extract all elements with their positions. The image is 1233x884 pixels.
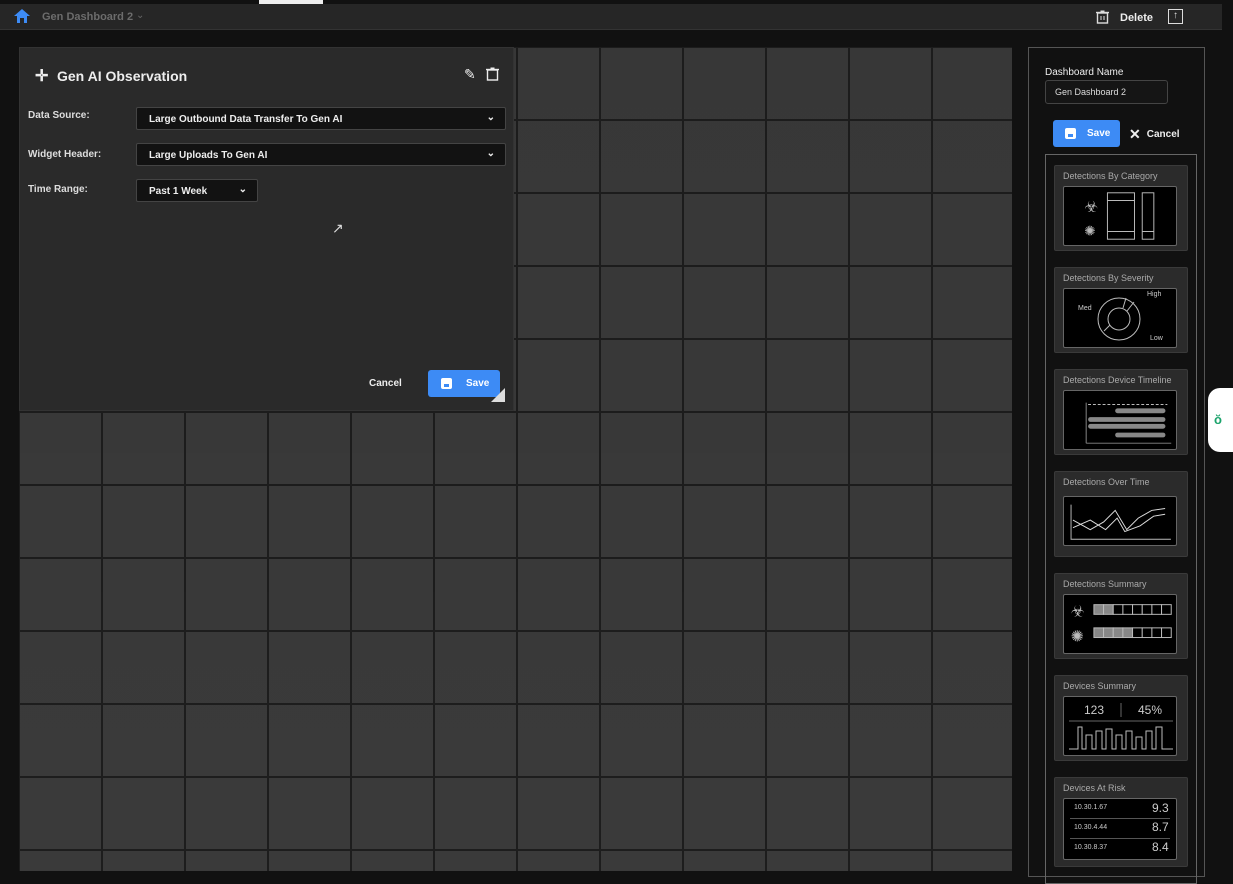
sidebar-save-button[interactable]: Save (1053, 120, 1120, 147)
device-count: 123 (1084, 703, 1105, 717)
med-label: Med (1078, 305, 1092, 312)
widget-title: Gen AI Observation (57, 68, 188, 84)
card-title: Devices Summary (1063, 681, 1137, 691)
delete-button[interactable]: Delete (1120, 12, 1153, 24)
edit-sidebar: Dashboard Name Gen Dashboard 2 Save ✕ Can… (1028, 47, 1205, 884)
summary-segment (1103, 627, 1114, 639)
resize-handle[interactable] (491, 388, 505, 402)
close-icon: ✕ (1129, 126, 1141, 142)
chevron-down-icon: ⌄ (238, 184, 247, 195)
widget-header-select[interactable]: Large Uploads To Gen AI ⌄ (136, 143, 506, 166)
high-label: High (1147, 291, 1162, 298)
risk-ip: 10.30.1.67 (1074, 804, 1108, 811)
save-button[interactable]: Save (428, 370, 500, 397)
save-icon (441, 378, 452, 389)
summary-segment (1132, 627, 1143, 639)
time-range-label: Time Range: (28, 184, 88, 195)
widget-header-value: Large Uploads To Gen AI (149, 150, 268, 161)
svg-text:☣: ☣ (1084, 199, 1098, 216)
summary-segment (1122, 604, 1134, 615)
widget-config-panel: ✛ Gen AI Observation ✎ Data Source: Larg… (19, 47, 514, 411)
cancel-button[interactable]: Cancel (369, 378, 402, 389)
summary-segment (1112, 627, 1124, 639)
widget-card-detections-over-time[interactable]: Detections Over Time (1054, 471, 1188, 557)
trash-icon[interactable] (1096, 10, 1109, 24)
card-title: Detections Device Timeline (1063, 375, 1172, 385)
risk-ip: 10.30.8.37 (1074, 844, 1108, 851)
chevron-down-icon: ⌄ (486, 148, 495, 159)
severity-preview: High Med Low (1063, 288, 1177, 348)
summary-segment (1093, 604, 1105, 615)
chevron-down-icon[interactable]: ⌄ (136, 10, 144, 21)
risk-score: 8.7 (1152, 820, 1169, 834)
summary-segment (1103, 604, 1114, 615)
category-preview: ☣✺ (1063, 186, 1177, 246)
summary-segment (1112, 604, 1124, 615)
chevron-down-icon: ⌄ (486, 112, 495, 123)
card-title: Devices At Risk (1063, 783, 1126, 793)
dashboard-selector[interactable]: Gen Dashboard 2 (42, 11, 133, 23)
home-icon[interactable] (14, 9, 30, 23)
widget-header-label: Widget Header: (28, 149, 102, 160)
top-bar: Gen Dashboard 2 ⌄ Delete ↑ (0, 4, 1222, 30)
summary-segment (1151, 627, 1163, 639)
risk-score: 9.3 (1152, 801, 1169, 815)
summary-segment (1141, 627, 1153, 639)
widget-card-detections-by-category[interactable]: Detections By Category ☣ ✺ (1054, 165, 1188, 251)
assistant-tab[interactable]: ŏ (1208, 388, 1233, 452)
summary-segment (1132, 604, 1143, 615)
cancel-label: Cancel (1146, 129, 1180, 140)
divider (1070, 818, 1170, 819)
card-title: Detections Over Time (1063, 477, 1150, 487)
save-icon (1065, 128, 1076, 139)
widget-card-device-timeline[interactable]: Detections Device Timeline (1054, 369, 1188, 455)
data-source-select[interactable]: Large Outbound Data Transfer To Gen AI ⌄ (136, 107, 506, 130)
card-title: Detections Summary (1063, 579, 1147, 589)
summary-segment (1093, 627, 1105, 639)
summary-segment (1161, 627, 1172, 639)
risk-ip: 10.30.4.44 (1074, 824, 1108, 831)
devices-at-risk-preview: 10.30.1.67 9.3 10.30.4.44 8.7 10.30.8.37 8.… (1063, 798, 1177, 860)
svg-text:✺: ✺ (1071, 628, 1084, 645)
card-title: Detections By Severity (1063, 273, 1154, 283)
data-source-value: Large Outbound Data Transfer To Gen AI (149, 114, 343, 125)
card-title: Detections By Category (1063, 171, 1158, 181)
timeline-preview (1063, 390, 1177, 450)
dashboard-name-label: Dashboard Name (1045, 67, 1124, 78)
svg-text:✺: ✺ (1084, 223, 1095, 238)
risk-score: 8.4 (1152, 840, 1169, 854)
summary-segment (1161, 604, 1172, 615)
move-icon[interactable]: ✛ (35, 66, 48, 86)
dashboard-name-input[interactable]: Gen Dashboard 2 (1045, 80, 1168, 104)
summary-segment (1122, 627, 1134, 639)
trash-icon[interactable] (486, 67, 499, 81)
assistant-icon: ŏ (1214, 412, 1222, 427)
devices-summary-preview: 123 45% (1063, 696, 1177, 756)
data-source-label: Data Source: (28, 110, 90, 121)
device-percent: 45% (1138, 703, 1163, 717)
divider (1070, 838, 1170, 839)
widget-card-detections-by-severity[interactable]: Detections By Severity High Med Low (1054, 267, 1188, 353)
save-label: Save (1087, 128, 1111, 139)
line-chart-preview (1063, 496, 1177, 546)
low-label: Low (1150, 335, 1163, 342)
summary-segment (1151, 604, 1163, 615)
time-range-select[interactable]: Past 1 Week ⌄ (136, 179, 258, 202)
save-label: Save (466, 378, 490, 389)
widget-card-devices-summary[interactable]: Devices Summary 123 45% (1054, 675, 1188, 761)
widget-library[interactable]: Detections By Category ☣ ✺ Detections By … (1045, 154, 1197, 884)
summary-preview: ☣✺ (1063, 594, 1177, 654)
svg-text:☣: ☣ (1071, 603, 1085, 620)
export-icon[interactable]: ↑ (1168, 9, 1183, 24)
sidebar-cancel-button[interactable]: ✕ Cancel (1129, 126, 1180, 143)
mouse-cursor-icon: ↗ (332, 220, 344, 236)
widget-card-devices-at-risk[interactable]: Devices At Risk 10.30.1.67 9.3 10.30.4.44… (1054, 777, 1188, 867)
summary-segment (1141, 604, 1153, 615)
widget-card-detections-summary[interactable]: Detections Summary ☣ ✺ (1054, 573, 1188, 659)
edit-icon[interactable]: ✎ (464, 66, 476, 83)
time-range-value: Past 1 Week (149, 186, 208, 197)
